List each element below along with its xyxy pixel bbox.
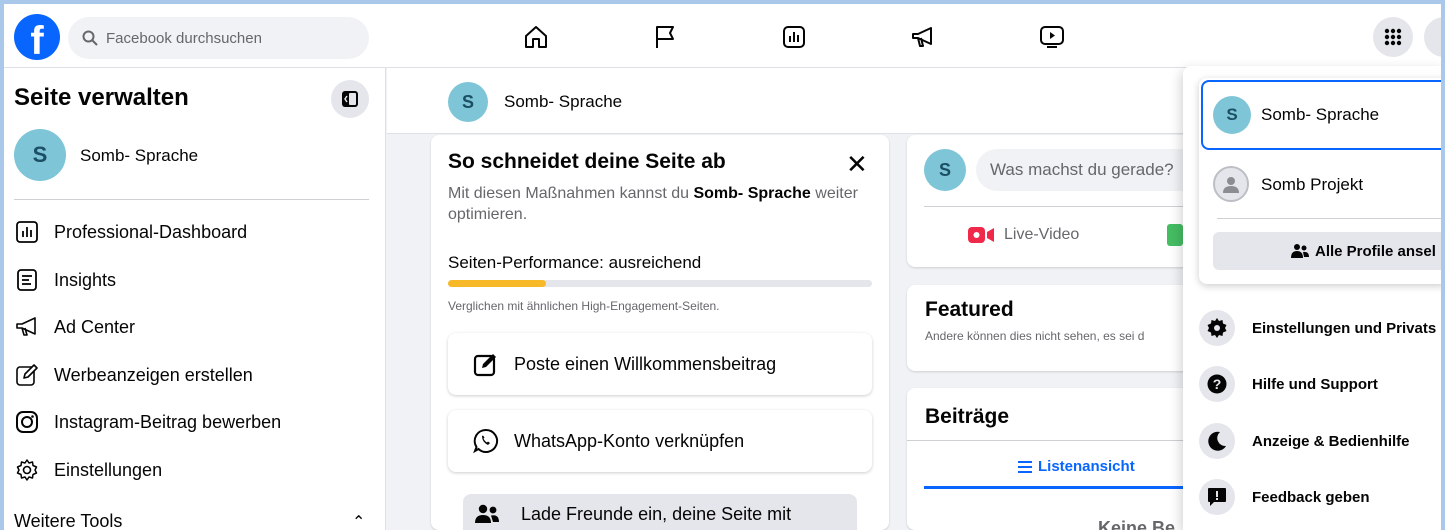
menu-settings-privacy[interactable]: Einstellungen und Privats: [1199, 310, 1436, 346]
menu-display-accessibility[interactable]: Anzeige & Bedienhilfe: [1199, 423, 1410, 459]
sidebar-divider: [14, 199, 369, 200]
sidebar-title: Seite verwalten: [14, 84, 189, 111]
moon-icon: [1199, 423, 1235, 459]
collapse-sidebar-button[interactable]: [331, 80, 369, 118]
sidebar-item-label: Insights: [54, 269, 117, 290]
menu-item-label: Hilfe und Support: [1252, 375, 1378, 393]
posts-title: Beiträge: [925, 405, 1010, 428]
performance-note: Verglichen mit ähnlichen High-Engagement…: [448, 299, 720, 313]
sidebar-item-ad-center[interactable]: Ad Center: [14, 311, 135, 343]
live-video-label: Live-Video: [1004, 226, 1080, 243]
menu-item-label: Anzeige & Bedienhilfe: [1252, 432, 1410, 450]
profile-avatar-placeholder-icon[interactable]: [1213, 166, 1249, 202]
sidebar-item-label: Einstellungen: [54, 459, 163, 480]
help-icon: ?: [1199, 366, 1235, 402]
close-icon[interactable]: ✕: [846, 149, 868, 180]
menu-item-label: Feedback geben: [1252, 488, 1370, 506]
sidebar-item-label: Werbeanzeigen erstellen: [54, 364, 253, 385]
account-avatar-icon[interactable]: [1424, 17, 1445, 57]
sidebar-toggle-icon: [342, 91, 358, 107]
performance-progress-fill: [448, 280, 546, 287]
sidebar-item-label: Ad Center: [54, 316, 136, 337]
home-icon[interactable]: [523, 24, 549, 50]
megaphone-icon: [14, 314, 40, 340]
task-whatsapp-connect[interactable]: WhatsApp-Konto verknüpfen: [448, 410, 872, 472]
list-icon: [1018, 460, 1032, 473]
pencil-icon: [14, 362, 40, 388]
megaphone-icon[interactable]: [910, 24, 936, 50]
tab-list-view[interactable]: Listenansicht: [1018, 458, 1135, 475]
tab-list-view-label: Listenansicht: [1038, 458, 1135, 475]
photo-icon[interactable]: [1167, 224, 1183, 246]
feedback-icon: [1199, 479, 1235, 515]
profile-avatar: S: [1213, 96, 1251, 134]
composer-input[interactable]: Was machst du gerade?: [976, 149, 1206, 191]
live-video-button[interactable]: Live-Video: [968, 226, 1079, 244]
no-posts-text: Keine Be: [1098, 518, 1176, 530]
page-avatar[interactable]: S: [14, 129, 66, 181]
logo-letter: f: [30, 19, 44, 60]
menu-item-label: Einstellungen und Privats: [1252, 319, 1437, 337]
search-icon: [82, 30, 98, 46]
friends-icon: [473, 504, 501, 524]
featured-subtitle: Andere können dies nicht sehen, es sei d: [925, 329, 1145, 343]
menu-grid-icon: [1384, 28, 1402, 46]
composer-avatar: S: [924, 149, 966, 191]
task-welcome-post[interactable]: Poste einen Willkommensbeitrag: [448, 333, 872, 395]
menu-give-feedback[interactable]: Feedback geben: [1199, 479, 1370, 515]
more-tools-label[interactable]: Weitere Tools: [14, 511, 122, 530]
menu-help-support[interactable]: ? Hilfe und Support: [1199, 366, 1378, 402]
sidebar-item-instagram-boost[interactable]: Instagram-Beitrag bewerben: [14, 406, 281, 438]
instagram-icon: [14, 409, 40, 435]
see-all-profiles-button[interactable]: Alle Profile ansel: [1213, 232, 1445, 270]
svg-text:?: ?: [1213, 376, 1222, 392]
performance-progress-bar: [448, 280, 872, 287]
flag-icon[interactable]: [652, 24, 678, 50]
search-box[interactable]: Facebook durchsuchen: [68, 17, 369, 59]
composer-divider: [924, 206, 1207, 207]
chevron-up-icon[interactable]: ⌃: [352, 512, 365, 530]
subtitle-page-name: Somb- Sprache: [693, 185, 811, 202]
profile-name[interactable]: Somb Projekt: [1261, 175, 1363, 195]
subtitle-prefix: Mit diesen Maßnahmen kannst du: [448, 185, 694, 202]
sidebar-item-label: Instagram-Beitrag bewerben: [54, 411, 282, 432]
profile-divider: [1217, 218, 1445, 219]
sidebar-item-professional-dashboard[interactable]: Professional-Dashboard: [14, 216, 247, 248]
dashboard-icon[interactable]: [781, 24, 807, 50]
performance-subtitle: Mit diesen Maßnahmen kannst du Somb- Spr…: [448, 183, 868, 225]
gear-icon: [14, 457, 40, 483]
task-label: WhatsApp-Konto verknüpfen: [514, 430, 745, 451]
posts-divider: [907, 440, 1207, 441]
sidebar-item-label: Professional-Dashboard: [54, 221, 248, 242]
profile-name[interactable]: Somb- Sprache: [1261, 105, 1379, 125]
performance-status: Seiten-Performance: ausreichend: [448, 253, 702, 272]
performance-title: So schneidet deine Seite ab: [448, 150, 726, 173]
video-icon[interactable]: [1039, 24, 1065, 50]
task-label: Lade Freunde ein, deine Seite mit: [521, 504, 792, 524]
page-header-name[interactable]: Somb- Sprache: [504, 92, 622, 112]
dashboard-icon: [14, 219, 40, 245]
facebook-logo-icon[interactable]: f: [14, 14, 60, 60]
menu-grid-button[interactable]: [1373, 17, 1413, 57]
profiles-icon: [1291, 244, 1309, 258]
task-label: Poste einen Willkommensbeitrag: [514, 353, 777, 374]
edit-icon: [472, 350, 500, 378]
top-navigation-bar: f Facebook durchsuchen: [0, 0, 1445, 68]
search-input[interactable]: Facebook durchsuchen: [106, 30, 262, 47]
see-all-profiles-label: Alle Profile ansel: [1315, 242, 1436, 260]
sidebar-item-settings[interactable]: Einstellungen: [14, 454, 162, 486]
page-name[interactable]: Somb- Sprache: [80, 146, 198, 166]
page-header-avatar[interactable]: S: [448, 82, 488, 122]
insights-icon: [14, 267, 40, 293]
task-invite-friends[interactable]: Lade Freunde ein, deine Seite mit: [463, 494, 857, 530]
featured-title: Featured: [925, 298, 1014, 321]
sidebar-item-create-ads[interactable]: Werbeanzeigen erstellen: [14, 359, 253, 391]
gear-icon: [1199, 310, 1235, 346]
whatsapp-icon: [472, 427, 500, 455]
live-video-icon: [968, 227, 994, 243]
active-tab-indicator: [924, 486, 1184, 489]
sidebar-item-insights[interactable]: Insights: [14, 264, 116, 296]
